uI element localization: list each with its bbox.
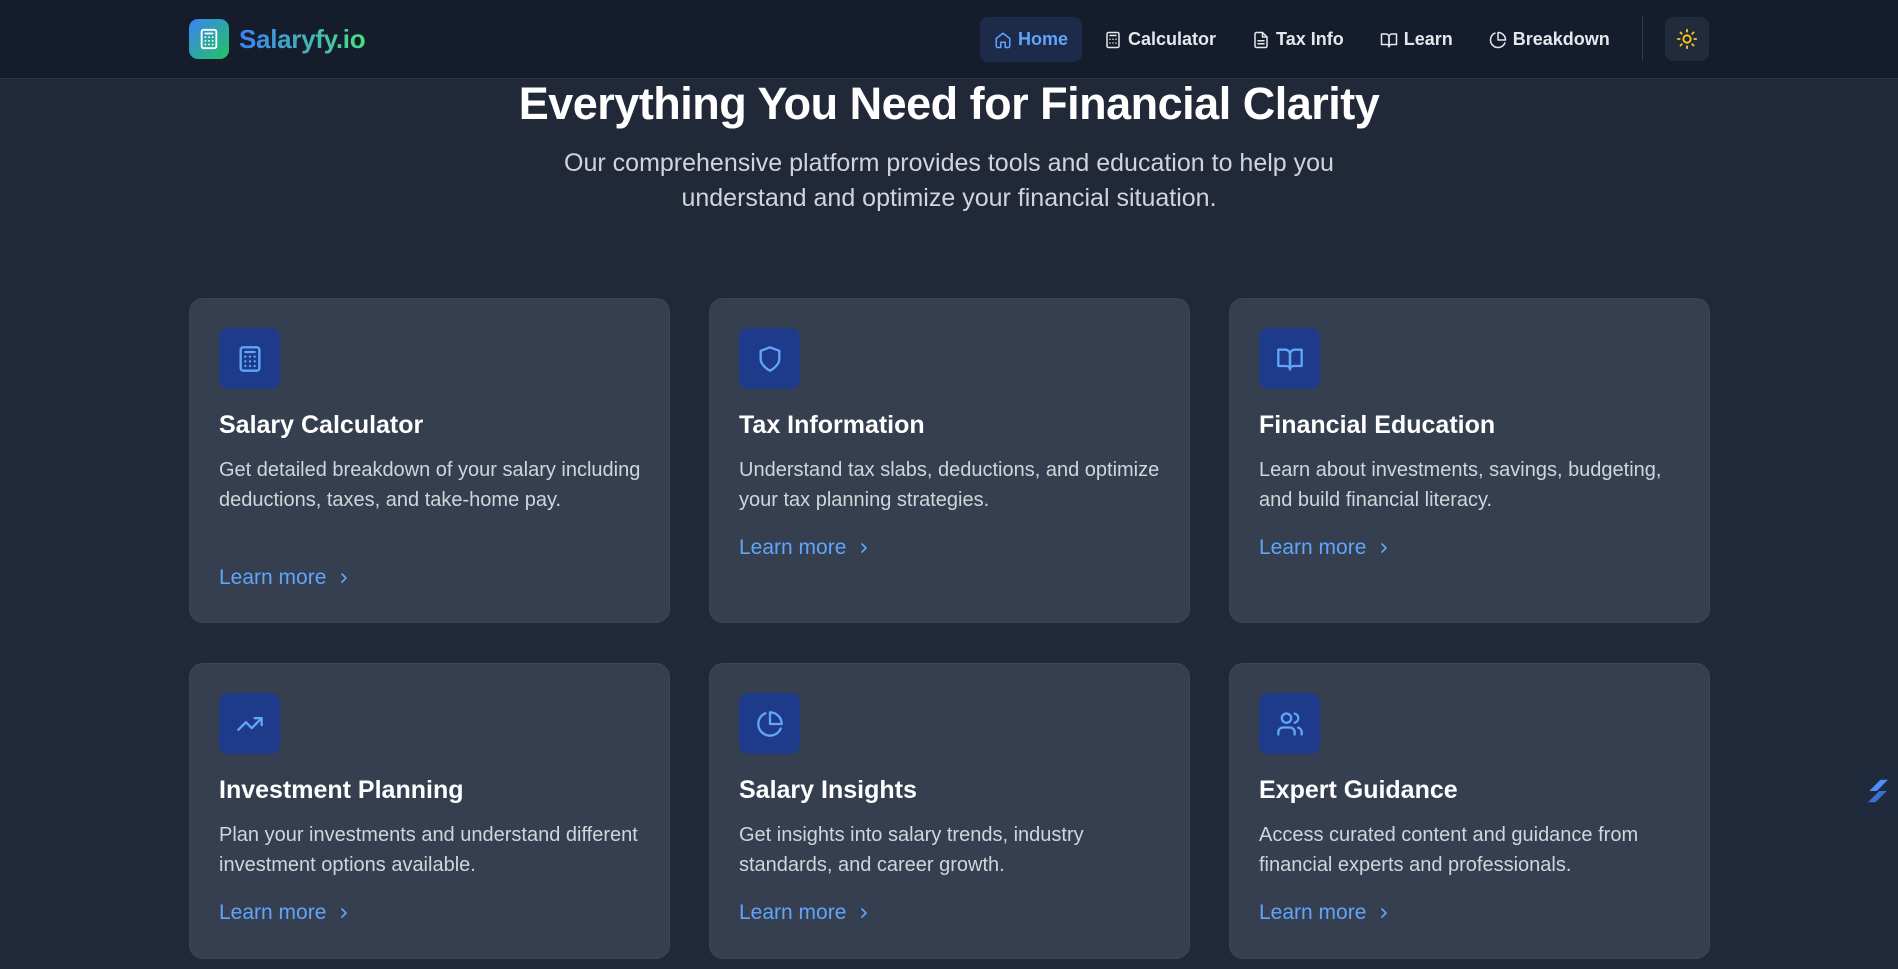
calculator-icon — [189, 19, 229, 59]
feature-card-financial-education: Financial Education Learn about investme… — [1229, 298, 1710, 623]
sun-icon — [1676, 28, 1698, 50]
card-icon-badge — [739, 328, 800, 389]
learn-more-link[interactable]: Learn more — [219, 899, 352, 927]
nav-item-label: Calculator — [1128, 29, 1217, 49]
nav-item-label: Home — [1018, 29, 1069, 49]
learn-more-label: Learn more — [219, 566, 327, 589]
card-title: Expert Guidance — [1259, 776, 1458, 804]
file-text-icon — [1254, 31, 1268, 48]
learn-more-link[interactable]: Learn more — [1259, 899, 1392, 927]
learn-more-label: Learn more — [1259, 901, 1367, 924]
brand-logo[interactable]: Salaryfy.io — [189, 19, 366, 59]
nav-item-calculator[interactable]: Calculator — [1090, 17, 1230, 62]
floating-widget-button[interactable] — [1853, 763, 1898, 819]
card-description: Understand tax slabs, deductions, and op… — [739, 459, 1160, 511]
nav-item-tax-info[interactable]: Tax Info — [1238, 17, 1358, 62]
nav-item-label: Breakdown — [1512, 29, 1610, 49]
top-navbar: Salaryfy.io Home Calculator Tax Info Lea… — [0, 0, 1898, 79]
card-description: Get detailed breakdown of your salary in… — [219, 459, 641, 511]
chevron-right-icon — [341, 573, 348, 583]
chevron-right-icon — [341, 908, 348, 918]
nav-item-label: Tax Info — [1276, 29, 1344, 49]
users-icon — [1276, 711, 1303, 736]
main-nav: Home Calculator Tax Info Learn Breakdown — [980, 17, 1624, 62]
learn-more-link[interactable]: Learn more — [739, 534, 872, 562]
shield-icon — [759, 345, 780, 372]
page-title: Everything You Need for Financial Clarit… — [518, 78, 1380, 129]
learn-more-label: Learn more — [219, 901, 327, 924]
learn-more-link[interactable]: Learn more — [739, 899, 872, 927]
card-title: Salary Insights — [739, 776, 917, 804]
card-description: Plan your investments and understand dif… — [219, 824, 638, 876]
learn-more-link[interactable]: Learn more — [219, 564, 352, 592]
home-icon — [995, 32, 1011, 48]
card-title: Financial Education — [1259, 411, 1496, 439]
nav-item-breakdown[interactable]: Breakdown — [1475, 17, 1624, 62]
card-description: Access curated content and guidance from… — [1259, 824, 1639, 876]
feature-card-investment-planning: Investment Planning Plan your investment… — [189, 663, 670, 959]
card-icon-badge — [219, 328, 280, 389]
card-description: Get insights into salary trends, industr… — [739, 824, 1084, 876]
brand-name: Salaryfy.io — [239, 23, 366, 54]
card-icon-badge — [1259, 328, 1320, 389]
learn-more-link[interactable]: Learn more — [1259, 534, 1392, 562]
learn-more-label: Learn more — [1259, 536, 1367, 559]
card-title: Tax Information — [739, 411, 925, 439]
chevron-right-icon — [1381, 543, 1388, 553]
card-title: Salary Calculator — [219, 411, 424, 439]
pie-chart-icon — [756, 710, 783, 737]
chevron-right-icon — [861, 908, 868, 918]
book-open-icon — [1276, 348, 1303, 371]
calculator-icon — [239, 345, 260, 372]
nav-item-home[interactable]: Home — [980, 17, 1083, 62]
learn-more-label: Learn more — [739, 901, 847, 924]
card-description: Learn about investments, savings, budget… — [1259, 459, 1662, 511]
card-icon-badge — [739, 693, 800, 754]
card-icon-badge — [219, 693, 280, 754]
chevron-right-icon — [861, 543, 868, 553]
feature-card-tax-information: Tax Information Understand tax slabs, de… — [709, 298, 1190, 623]
calculator-icon — [1106, 31, 1120, 48]
theme-toggle-button[interactable] — [1665, 17, 1709, 61]
feature-card-expert-guidance: Expert Guidance Access curated content a… — [1229, 663, 1710, 959]
widget-logo-icon — [1868, 779, 1888, 803]
book-open-icon — [1380, 32, 1397, 47]
pie-chart-icon — [1489, 31, 1506, 48]
card-title: Investment Planning — [219, 776, 464, 804]
page-subtitle: Our comprehensive platform provides tool… — [564, 149, 1334, 212]
feature-card-salary-calculator: Salary Calculator Get detailed breakdown… — [189, 298, 670, 623]
chevron-right-icon — [1381, 908, 1388, 918]
nav-item-label: Learn — [1403, 29, 1453, 49]
nav-divider — [1642, 17, 1643, 61]
trending-up-icon — [236, 716, 263, 731]
feature-card-salary-insights: Salary Insights Get insights into salary… — [709, 663, 1190, 959]
nav-item-learn[interactable]: Learn — [1366, 17, 1467, 62]
learn-more-label: Learn more — [739, 536, 847, 559]
card-icon-badge — [1259, 693, 1320, 754]
